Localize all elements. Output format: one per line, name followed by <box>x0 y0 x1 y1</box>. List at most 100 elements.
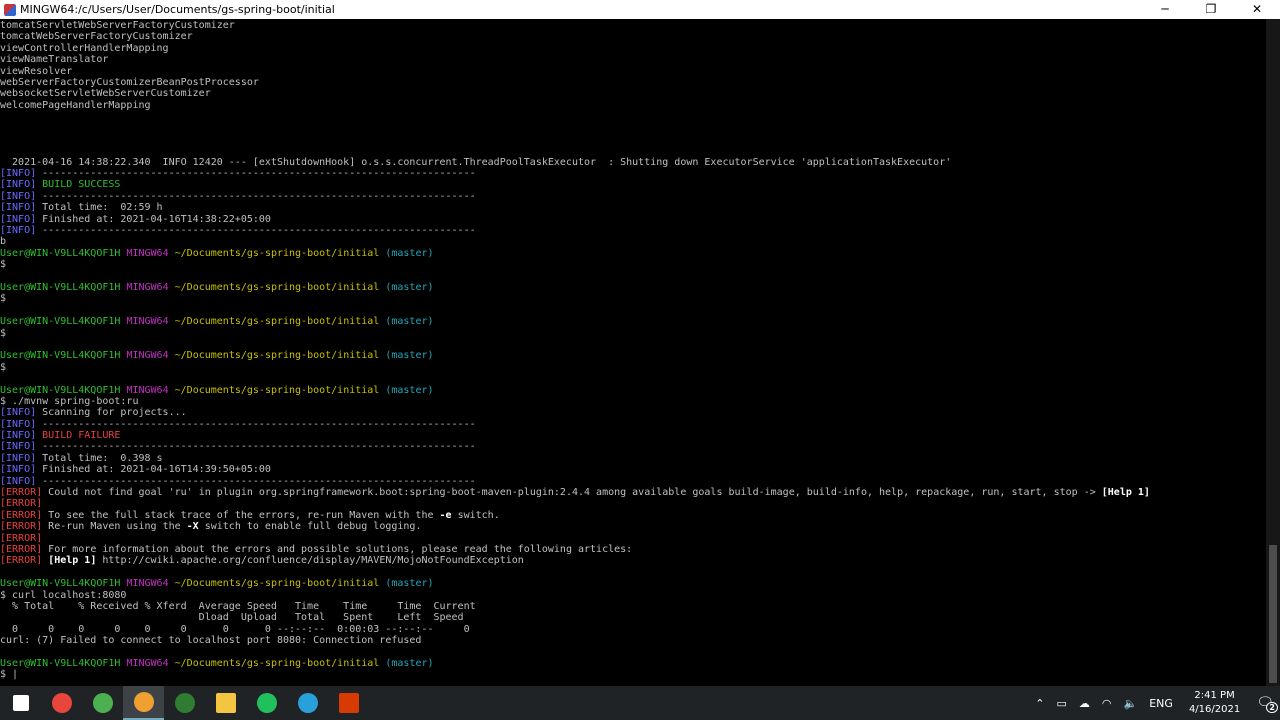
battery-icon[interactable]: ▭ <box>1057 697 1067 710</box>
terminal-text: User@WIN-V9LL4KQOF1H <box>0 384 121 396</box>
terminal-line: $ | <box>0 669 1266 680</box>
terminal-line: b <box>0 236 1266 247</box>
terminal-text: Finished at: 2021-04-16T14:39:50+05:00 <box>36 464 271 476</box>
terminal-line: [ERROR] <box>0 498 1266 509</box>
terminal-line: [ERROR] <box>0 533 1266 544</box>
terminal-text: [INFO] <box>0 225 37 237</box>
terminal-text: tomcatWebServerFactoryCustomizer <box>0 31 193 43</box>
terminal-text: 2021-04-16 14:38:22.340 INFO 12420 --- [… <box>0 156 952 168</box>
close-button[interactable]: ✕ <box>1234 0 1280 19</box>
wifi-icon[interactable]: ◠ <box>1102 697 1112 710</box>
terminal-text: ~/Documents/gs-spring-boot/initial <box>168 578 380 590</box>
terminal-text: MINGW64 <box>126 281 169 293</box>
terminal-text: ----------------------------------------… <box>36 475 476 487</box>
taskbar-telegram-button[interactable] <box>287 686 328 720</box>
terminal-text: switch. <box>451 509 500 521</box>
terminal-text: MINGW64 <box>126 350 169 362</box>
terminal-text: $ <box>0 259 7 271</box>
terminal-text: -e <box>439 509 452 521</box>
clock[interactable]: 2:41 PM 4/16/2021 <box>1189 689 1240 717</box>
terminal-line: [INFO] ---------------------------------… <box>0 441 1266 452</box>
minimize-button[interactable]: ─ <box>1142 0 1188 19</box>
taskbar-chrome-button[interactable] <box>41 686 82 720</box>
terminal-line: [ERROR] [Help 1] http://cwiki.apache.org… <box>0 555 1266 566</box>
terminal-text: (master) <box>379 281 434 293</box>
scrollbar[interactable] <box>1266 19 1280 686</box>
evernote-icon <box>256 693 277 713</box>
terminal-text: welcomePageHandlerMapping <box>0 99 151 111</box>
terminal-line: User@WIN-V9LL4KQOF1H MINGW64 ~/Documents… <box>0 578 1266 589</box>
terminal-line: [INFO] Total time: 0.398 s <box>0 453 1266 464</box>
volume-icon[interactable]: 🔈 <box>1124 697 1138 710</box>
terminal-text: [INFO] <box>0 168 37 180</box>
taskbar-evernote-button[interactable] <box>246 686 287 720</box>
title-bar: MINGW64:/c/Users/User/Documents/gs-sprin… <box>0 0 1280 19</box>
terminal-text: Could not find goal 'ru' in plugin org.s… <box>42 487 1102 499</box>
maximize-button[interactable]: ❐ <box>1188 0 1234 19</box>
terminal-line: [ERROR] Re-run Maven using the -X switch… <box>0 521 1266 532</box>
terminal-text: [INFO] <box>0 202 37 214</box>
terminal-line: 2021-04-16 14:38:22.340 INFO 12420 --- [… <box>0 157 1266 168</box>
terminal-text: ~/Documents/gs-spring-boot/initial <box>168 350 380 362</box>
terminal-text: $ <box>0 293 7 305</box>
taskbar-file-explorer-button[interactable] <box>205 686 246 720</box>
terminal-line: viewControllerHandlerMapping <box>0 43 1266 54</box>
terminal-line: [INFO] BUILD SUCCESS <box>0 179 1266 190</box>
taskbar-green-app-button[interactable] <box>82 686 123 720</box>
terminal-line: [ERROR] To see the full stack trace of t… <box>0 510 1266 521</box>
terminal-text: [Help 1] <box>48 555 97 567</box>
terminal-text: $ ./mvnw spring-boot:ru <box>0 395 139 407</box>
terminal-text: MINGW64 <box>126 578 169 590</box>
terminal-text: viewResolver <box>0 65 73 77</box>
onedrive-cloud-icon[interactable]: ☁ <box>1079 697 1090 710</box>
language-indicator[interactable]: ENG <box>1149 697 1173 710</box>
notification-center-icon[interactable]: 🗨 2 <box>1256 695 1278 713</box>
terminal-text: 0 0 0 0 0 0 0 0 --:--:-- 0:00:03 --:--:-… <box>0 623 470 635</box>
terminal-line: User@WIN-V9LL4KQOF1H MINGW64 ~/Documents… <box>0 658 1266 669</box>
chrome-icon <box>51 693 72 713</box>
terminal-text: User@WIN-V9LL4KQOF1H <box>0 316 121 328</box>
terminal-text: ----------------------------------------… <box>36 168 476 180</box>
terminal-text: curl: (7) Failed to connect to localhost… <box>0 635 422 647</box>
system-tray: ⌃ ▭ ☁ ◠ 🔈 ENG 2:41 PM 4/16/2021 🗨 2 <box>1029 686 1280 720</box>
terminal-text: ----------------------------------------… <box>36 441 476 453</box>
terminal-text: (master) <box>379 247 434 259</box>
taskbar-git-bash-button[interactable] <box>123 686 164 720</box>
terminal-text: Dload Upload Total Spent Left Speed <box>0 612 464 624</box>
terminal-text: [ERROR] <box>0 543 43 555</box>
terminal-text: BUILD SUCCESS <box>42 179 121 191</box>
office-icon <box>338 693 359 713</box>
green-app-icon <box>92 693 113 713</box>
terminal-output[interactable]: tomcatServletWebServerFactoryCustomizer t… <box>0 19 1266 686</box>
taskbar-office-button[interactable] <box>328 686 369 720</box>
terminal-line: [INFO] BUILD FAILURE <box>0 430 1266 441</box>
git-bash-icon <box>133 692 154 712</box>
terminal-line: [ERROR] For more information about the e… <box>0 544 1266 555</box>
terminal-text: MINGW64 <box>126 384 169 396</box>
terminal-text: [INFO] <box>0 430 37 442</box>
terminal-line: $ ./mvnw spring-boot:ru <box>0 396 1266 407</box>
terminal-text: -X <box>186 521 199 533</box>
terminal-line: $ <box>0 293 1266 304</box>
taskbar-start-button[interactable] <box>0 686 41 720</box>
terminal-text: ----------------------------------------… <box>36 418 476 430</box>
terminal-line: User@WIN-V9LL4KQOF1H MINGW64 ~/Documents… <box>0 385 1266 396</box>
scrollbar-thumb[interactable] <box>1269 545 1277 683</box>
terminal-line: % Total % Received % Xferd Average Speed… <box>0 601 1266 612</box>
terminal-text: User@WIN-V9LL4KQOF1H <box>0 657 121 669</box>
terminal-text: Scanning for projects... <box>36 407 187 419</box>
terminal-line: curl: (7) Failed to connect to localhost… <box>0 635 1266 646</box>
terminal-line: User@WIN-V9LL4KQOF1H MINGW64 ~/Documents… <box>0 316 1266 327</box>
terminal-text: switch to enable full debug logging. <box>198 521 422 533</box>
terminal-text: ~/Documents/gs-spring-boot/initial <box>168 657 380 669</box>
taskbar-f-app-button[interactable] <box>164 686 205 720</box>
terminal-line: User@WIN-V9LL4KQOF1H MINGW64 ~/Documents… <box>0 248 1266 259</box>
chevron-up-icon[interactable]: ⌃ <box>1035 697 1044 710</box>
terminal-text: [ERROR] <box>0 509 43 521</box>
terminal-text: MINGW64 <box>126 657 169 669</box>
terminal-text: ~/Documents/gs-spring-boot/initial <box>168 281 380 293</box>
terminal-line: [INFO] ---------------------------------… <box>0 168 1266 179</box>
terminal-text: [ERROR] <box>0 498 43 510</box>
